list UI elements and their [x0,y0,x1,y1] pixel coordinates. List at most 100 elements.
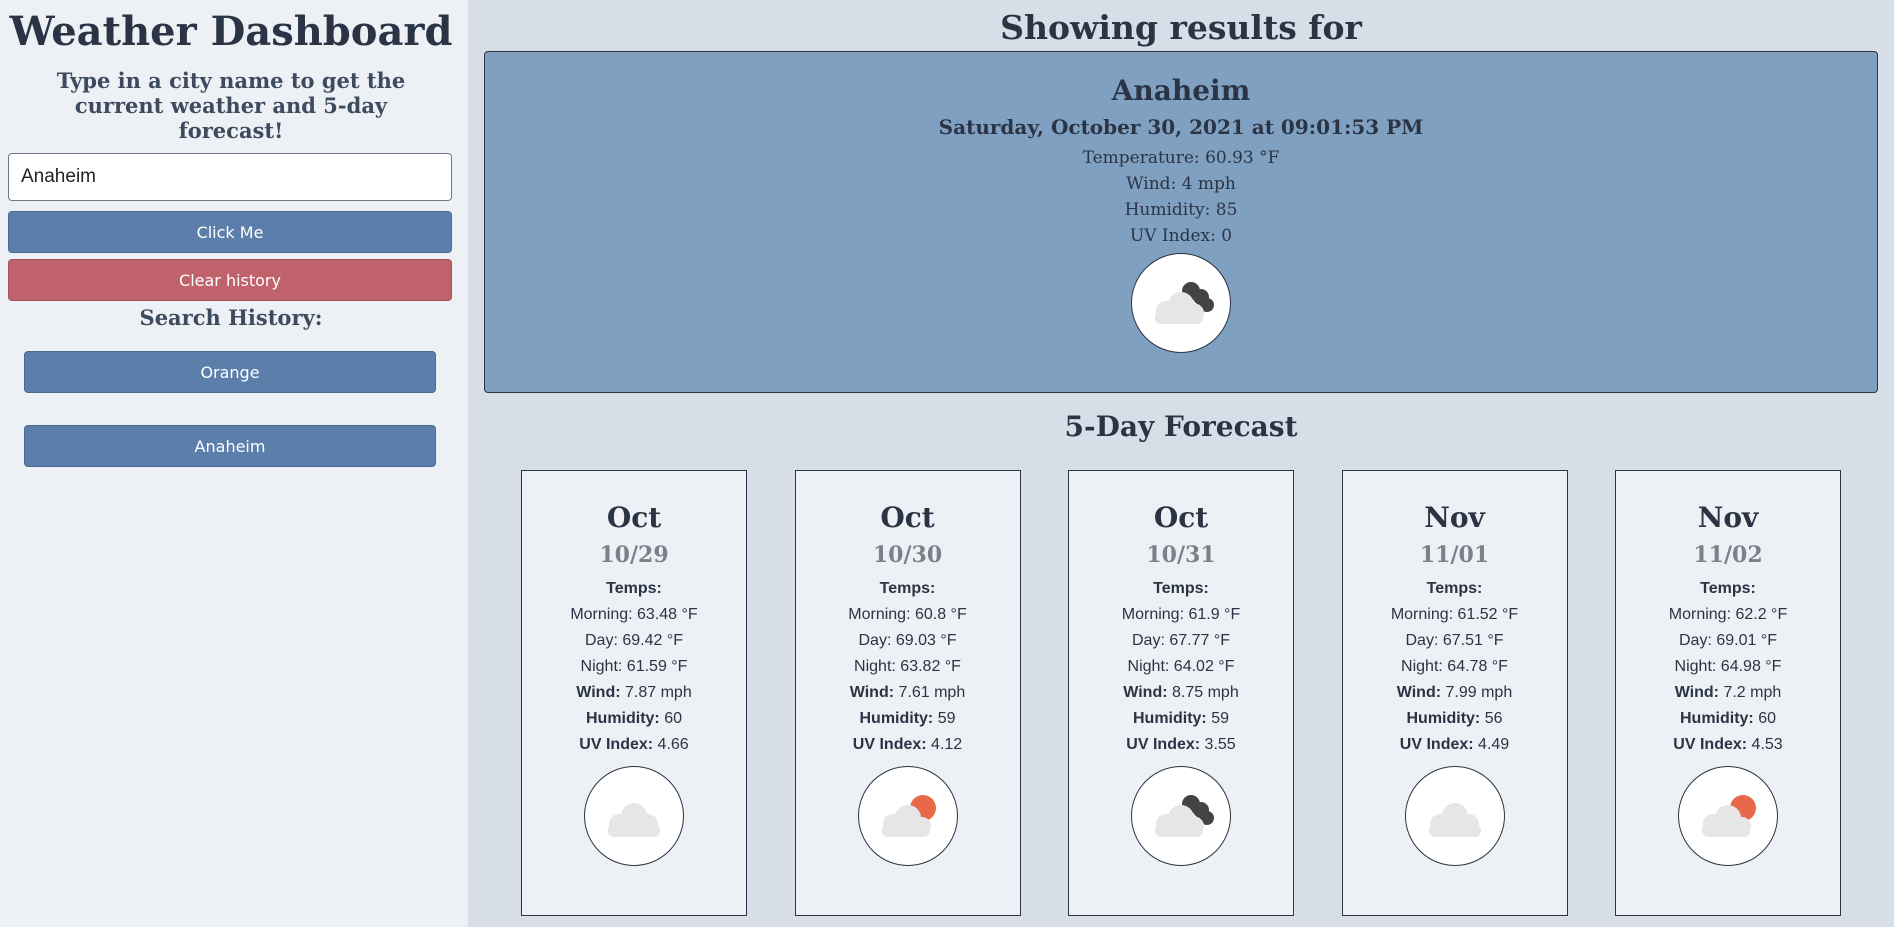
current-temperature: Temperature: 60.93 °F [1082,148,1280,168]
morning-label: Morning: [848,606,911,623]
uv-value: 3.55 [1204,736,1236,753]
cloud-icon [1404,766,1505,866]
day-label: Day: [1131,632,1165,649]
humidity-label: Humidity: [585,710,660,727]
morning-label: Morning: [1390,606,1454,623]
night-temp: 63.82 °F [900,658,961,675]
temps-label: Temps: [606,580,662,597]
forecast-month: Nov [1424,501,1485,534]
wind-value: 7.87 mph [625,684,692,701]
uv-label: UV Index: [1673,736,1748,753]
night-label: Night: [580,658,623,675]
partly-cloudy-day-icon [1678,766,1778,866]
humidity-label: Humidity: [859,710,934,727]
day-label: Day: [858,632,892,649]
uv-value: 4.66 [657,736,689,753]
forecast-month: Oct [606,501,662,534]
app-subtitle: Type in a city name to get the current w… [56,68,406,143]
search-history-title: Search History: [139,305,323,330]
wind-value: 8.75 mph [1172,684,1239,701]
submit-button[interactable]: Click Me [8,211,452,253]
forecast-date: 11/02 [1693,542,1763,568]
results-heading: Showing results for [1000,8,1362,47]
morning-label: Morning: [1121,606,1185,623]
humidity-label: Humidity: [1132,710,1207,727]
sidebar: Weather Dashboard Type in a city name to… [0,0,468,927]
current-wind: Wind: 4 mph [1126,174,1236,194]
day-label: Day: [1405,632,1439,649]
partly-cloudy-day-icon [857,766,958,866]
search-history-list: Orange Anaheim [8,351,454,467]
forecast-date: 10/29 [599,542,669,568]
current-city: Anaheim [1111,74,1251,107]
morning-label: Morning: [1668,606,1732,623]
current-humidity: Humidity: 85 [1124,200,1238,220]
current-datetime: Saturday, October 30, 2021 at 09:01:53 P… [938,115,1424,139]
wind-value: 7.2 mph [1723,684,1782,701]
temps-label: Temps: [879,580,936,597]
night-label: Night: [854,658,896,675]
forecast-card: Nov 11/02 Temps: Morning: 62.2 °F Day: 6… [1615,470,1841,916]
clear-history-button[interactable]: Clear history [8,259,452,301]
main-content: Showing results for Anaheim Saturday, Oc… [468,0,1894,927]
current-uv-index: UV Index: 0 [1129,226,1233,246]
day-temp: 67.51 °F [1442,632,1504,649]
humidity-label: Humidity: [1406,710,1481,727]
forecast-row: Oct 10/29 Temps: Morning: 63.48 °F Day: … [521,470,1841,916]
forecast-card: Oct 10/30 Temps: Morning: 60.8 °F Day: 6… [794,470,1021,916]
forecast-date: 10/30 [872,542,943,568]
uv-label: UV Index: [1126,736,1201,753]
humidity-value: 56 [1484,710,1503,727]
night-label: Night: [1127,658,1170,675]
day-temp: 67.77 °F [1169,632,1230,649]
uv-value: 4.12 [931,736,963,753]
forecast-month: Nov [1697,501,1759,534]
forecast-card: Nov 11/01 Temps: Morning: 61.52 °F Day: … [1341,470,1568,916]
morning-temp: 61.9 °F [1188,606,1241,623]
night-temp: 61.59 °F [626,658,688,675]
wind-label: Wind: [1674,684,1719,701]
city-search-input[interactable] [8,153,452,201]
day-temp: 69.01 °F [1716,632,1777,649]
uv-label: UV Index: [1399,736,1474,753]
humidity-value: 59 [1211,710,1230,727]
night-temp: 64.02 °F [1173,658,1235,675]
morning-temp: 63.48 °F [637,606,698,623]
day-label: Day: [584,632,618,649]
morning-temp: 61.52 °F [1457,606,1519,623]
forecast-date: 11/01 [1419,542,1490,568]
morning-temp: 60.8 °F [914,606,967,623]
forecast-month: Oct [880,501,935,534]
cloud-icon [584,766,684,866]
uv-value: 4.53 [1751,736,1783,753]
uv-label: UV Index: [852,736,927,753]
uv-label: UV Index: [579,736,654,753]
cloudy-night-icon [1131,766,1231,866]
humidity-value: 60 [1758,710,1777,727]
wind-value: 7.99 mph [1445,684,1513,701]
humidity-value: 60 [664,710,683,727]
temps-label: Temps: [1153,580,1209,597]
forecast-card: Oct 10/31 Temps: Morning: 61.9 °F Day: 6… [1068,470,1294,916]
forecast-month: Oct [1153,501,1209,534]
cloudy-night-icon [1131,253,1231,353]
humidity-value: 59 [937,710,956,727]
temps-label: Temps: [1426,580,1483,597]
morning-temp: 62.2 °F [1735,606,1788,623]
uv-value: 4.49 [1478,736,1510,753]
history-button-anaheim[interactable]: Anaheim [24,425,436,467]
wind-label: Wind: [1123,684,1168,701]
current-weather-card: Anaheim Saturday, October 30, 2021 at 09… [484,51,1878,393]
forecast-date: 10/31 [1146,542,1216,568]
wind-value: 7.61 mph [898,684,966,701]
day-temp: 69.42 °F [622,632,683,649]
history-button-orange[interactable]: Orange [24,351,436,393]
humidity-label: Humidity: [1679,710,1754,727]
night-temp: 64.78 °F [1447,658,1508,675]
app-title: Weather Dashboard [9,8,453,55]
morning-label: Morning: [570,606,633,623]
night-label: Night: [1674,658,1717,675]
forecast-heading: 5-Day Forecast [1064,410,1298,443]
wind-label: Wind: [576,684,621,701]
day-temp: 69.03 °F [895,632,957,649]
